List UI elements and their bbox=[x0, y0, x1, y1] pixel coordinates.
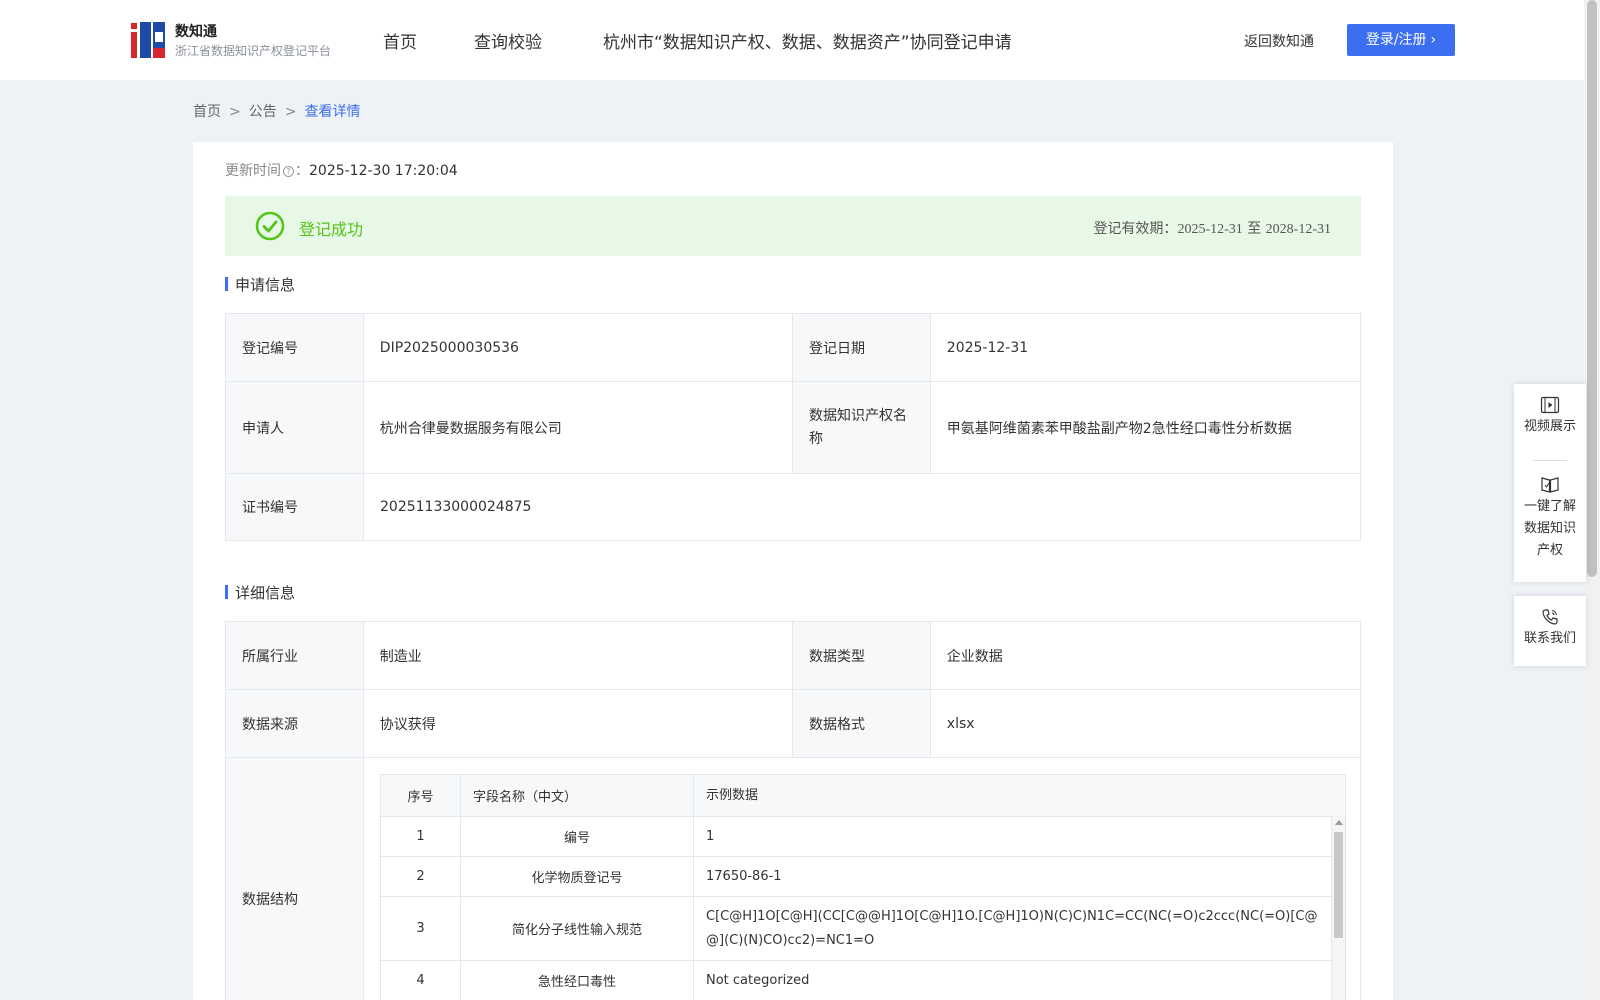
structure-header-row: 序号 字段名称（中文） 示例数据 bbox=[381, 775, 1345, 816]
applicant-value: 杭州合律曼数据服务有限公司 bbox=[364, 382, 793, 473]
table-row: 数据来源 协议获得 数据格式 xlsx bbox=[226, 689, 1360, 757]
apply-info-title: 申请信息 bbox=[225, 274, 295, 295]
structure-table: 序号 字段名称（中文） 示例数据 1 编号 1 2 化学物质登记号 17650-… bbox=[380, 774, 1346, 1000]
reg-no-label: 登记编号 bbox=[226, 314, 364, 381]
structure-scrollbar-thumb[interactable] bbox=[1334, 832, 1343, 938]
industry-value: 制造业 bbox=[364, 622, 793, 689]
cert-no-label: 证书编号 bbox=[226, 474, 364, 540]
update-time-value: 2025-12-30 17:20:04 bbox=[309, 163, 458, 179]
table-row: 证书编号 20251133000024875 bbox=[226, 473, 1360, 540]
learn-ip-label: 一键了解数据知识产权 bbox=[1523, 499, 1576, 558]
apply-info-table: 登记编号 DIP2025000030536 登记日期 2025-12-31 申请… bbox=[225, 313, 1361, 541]
phone-icon bbox=[1542, 609, 1558, 625]
update-time-label: 更新时间 bbox=[225, 163, 281, 179]
validity-period: 登记有效期：2025-12-31 至 2028-12-31 bbox=[1093, 218, 1331, 238]
ip-name-label: 数据知识产权名称 bbox=[793, 382, 931, 473]
data-type-label: 数据类型 bbox=[793, 622, 931, 689]
reg-date-label: 登记日期 bbox=[793, 314, 931, 381]
table-row: 所属行业 制造业 数据类型 企业数据 bbox=[226, 622, 1360, 689]
nav-hangzhou-registration[interactable]: 杭州市“数据知识产权、数据、数据资产”协同登记申请 bbox=[603, 28, 1012, 53]
login-label: 登录/注册 bbox=[1365, 32, 1427, 48]
cert-no-value: 20251133000024875 bbox=[380, 499, 532, 515]
status-banner: 登记成功 登记有效期：2025-12-31 至 2028-12-31 bbox=[225, 196, 1361, 256]
check-circle-icon bbox=[255, 211, 285, 241]
floating-contact-panel: 联系我们 bbox=[1514, 596, 1586, 666]
top-header: 数知通 浙江省数据知识产权登记平台 首页 查询校验 杭州市“数据知识产权、数据、… bbox=[0, 0, 1584, 80]
row-example: 1 bbox=[706, 828, 715, 844]
source-label: 数据来源 bbox=[226, 690, 364, 757]
col-header-example: 示例数据 bbox=[706, 787, 759, 803]
video-showcase-button[interactable]: 视频展示 bbox=[1514, 396, 1586, 438]
breadcrumb-home[interactable]: 首页 bbox=[193, 104, 221, 120]
login-register-button[interactable]: 登录/注册 › bbox=[1347, 24, 1455, 56]
source-value: 协议获得 bbox=[364, 690, 793, 757]
book-icon bbox=[1541, 477, 1559, 493]
row-example: Not categorized bbox=[706, 972, 810, 988]
row-index: 2 bbox=[381, 857, 461, 896]
back-to-shuzhitong-link[interactable]: 返回数知通 bbox=[1244, 31, 1314, 51]
table-row: 申请人 杭州合律曼数据服务有限公司 数据知识产权名称 甲氨基阿维菌素苯甲酸盐副产… bbox=[226, 381, 1360, 473]
table-row: 2 化学物质登记号 17650-86-1 bbox=[381, 856, 1345, 896]
detail-card: 更新时间? ：2025-12-30 17:20:04 登记成功 登记有效期：202… bbox=[193, 142, 1393, 1000]
contact-us-label: 联系我们 bbox=[1523, 631, 1576, 646]
detail-info-table: 所属行业 制造业 数据类型 企业数据 数据来源 协议获得 数据格式 xlsx 数… bbox=[225, 621, 1361, 1000]
reg-date-value: 2025-12-31 bbox=[946, 339, 1029, 356]
detail-info-title: 详细信息 bbox=[225, 582, 295, 603]
row-field: 编号 bbox=[461, 817, 694, 856]
status-text: 登记成功 bbox=[299, 220, 364, 239]
table-row: 1 编号 1 bbox=[381, 816, 1345, 856]
validity-start: 2025-12-31 bbox=[1177, 222, 1243, 237]
row-example: 17650-86-1 bbox=[706, 868, 782, 884]
contact-us-button[interactable]: 联系我们 bbox=[1514, 608, 1586, 650]
validity-label: 登记有效期： bbox=[1093, 221, 1178, 237]
scroll-up-icon[interactable] bbox=[1335, 820, 1343, 825]
table-row: 4 急性经口毒性 Not categorized bbox=[381, 960, 1345, 1000]
validity-end: 2028-12-31 bbox=[1265, 222, 1331, 237]
page-scrollbar-thumb[interactable] bbox=[1587, 0, 1597, 577]
video-icon bbox=[1540, 396, 1560, 414]
structure-label: 数据结构 bbox=[226, 758, 364, 1000]
structure-scrollbar[interactable] bbox=[1331, 816, 1345, 1000]
format-value: xlsx bbox=[946, 715, 975, 732]
reg-no-value: DIP2025000030536 bbox=[364, 314, 793, 381]
row-index: 3 bbox=[381, 897, 461, 960]
row-field: 简化分子线性输入规范 bbox=[461, 897, 694, 960]
breadcrumb-current: 查看详情 bbox=[304, 104, 361, 120]
col-header-field: 字段名称（中文） bbox=[461, 775, 694, 816]
col-header-index: 序号 bbox=[381, 775, 461, 816]
nav-home[interactable]: 首页 bbox=[383, 28, 417, 53]
update-time-row: 更新时间? ：2025-12-30 17:20:04 bbox=[225, 160, 458, 180]
video-showcase-label: 视频展示 bbox=[1523, 419, 1576, 434]
learn-ip-button[interactable]: 一键了解数据知识产权 bbox=[1514, 476, 1586, 562]
format-label: 数据格式 bbox=[793, 690, 931, 757]
nav-query-verify[interactable]: 查询校验 bbox=[474, 28, 542, 53]
table-row: 数据结构 序号 字段名称（中文） 示例数据 1 编号 1 2 化学物质登记号 1… bbox=[226, 757, 1360, 1000]
breadcrumb-separator: > bbox=[229, 104, 241, 120]
data-type-value: 企业数据 bbox=[946, 648, 1003, 665]
breadcrumb: 首页 > 公告 > 查看详情 bbox=[193, 101, 360, 121]
industry-label: 所属行业 bbox=[226, 622, 364, 689]
chevron-right-icon: › bbox=[1430, 32, 1437, 48]
question-icon[interactable]: ? bbox=[283, 166, 294, 177]
update-time-colon: ： bbox=[295, 163, 309, 179]
table-row: 登记编号 DIP2025000030536 登记日期 2025-12-31 bbox=[226, 314, 1360, 381]
row-field: 急性经口毒性 bbox=[461, 961, 694, 1000]
applicant-label: 申请人 bbox=[226, 382, 364, 473]
row-example: C[C@H]1O[C@H](CC[C@@H]1O[C@H]1O.[C@H]1O)… bbox=[706, 908, 1318, 948]
validity-to: 至 bbox=[1247, 221, 1262, 237]
brand-name: 数知通 bbox=[175, 24, 217, 40]
row-field: 化学物质登记号 bbox=[461, 857, 694, 896]
site-logo[interactable] bbox=[131, 22, 165, 58]
floating-help-panel: 视频展示 一键了解数据知识产权 bbox=[1514, 384, 1586, 582]
row-index: 1 bbox=[381, 817, 461, 856]
row-index: 4 bbox=[381, 961, 461, 1000]
breadcrumb-separator: > bbox=[284, 104, 297, 120]
breadcrumb-announcement[interactable]: 公告 bbox=[249, 104, 277, 120]
table-row: 3 简化分子线性输入规范 C[C@H]1O[C@H](CC[C@@H]1O[C@… bbox=[381, 896, 1345, 960]
ip-name-value: 甲氨基阿维菌素苯甲酸盐副产物2急性经口毒性分析数据 bbox=[946, 420, 1292, 437]
brand-subtitle: 浙江省数据知识产权登记平台 bbox=[175, 44, 332, 58]
divider bbox=[1533, 460, 1567, 461]
